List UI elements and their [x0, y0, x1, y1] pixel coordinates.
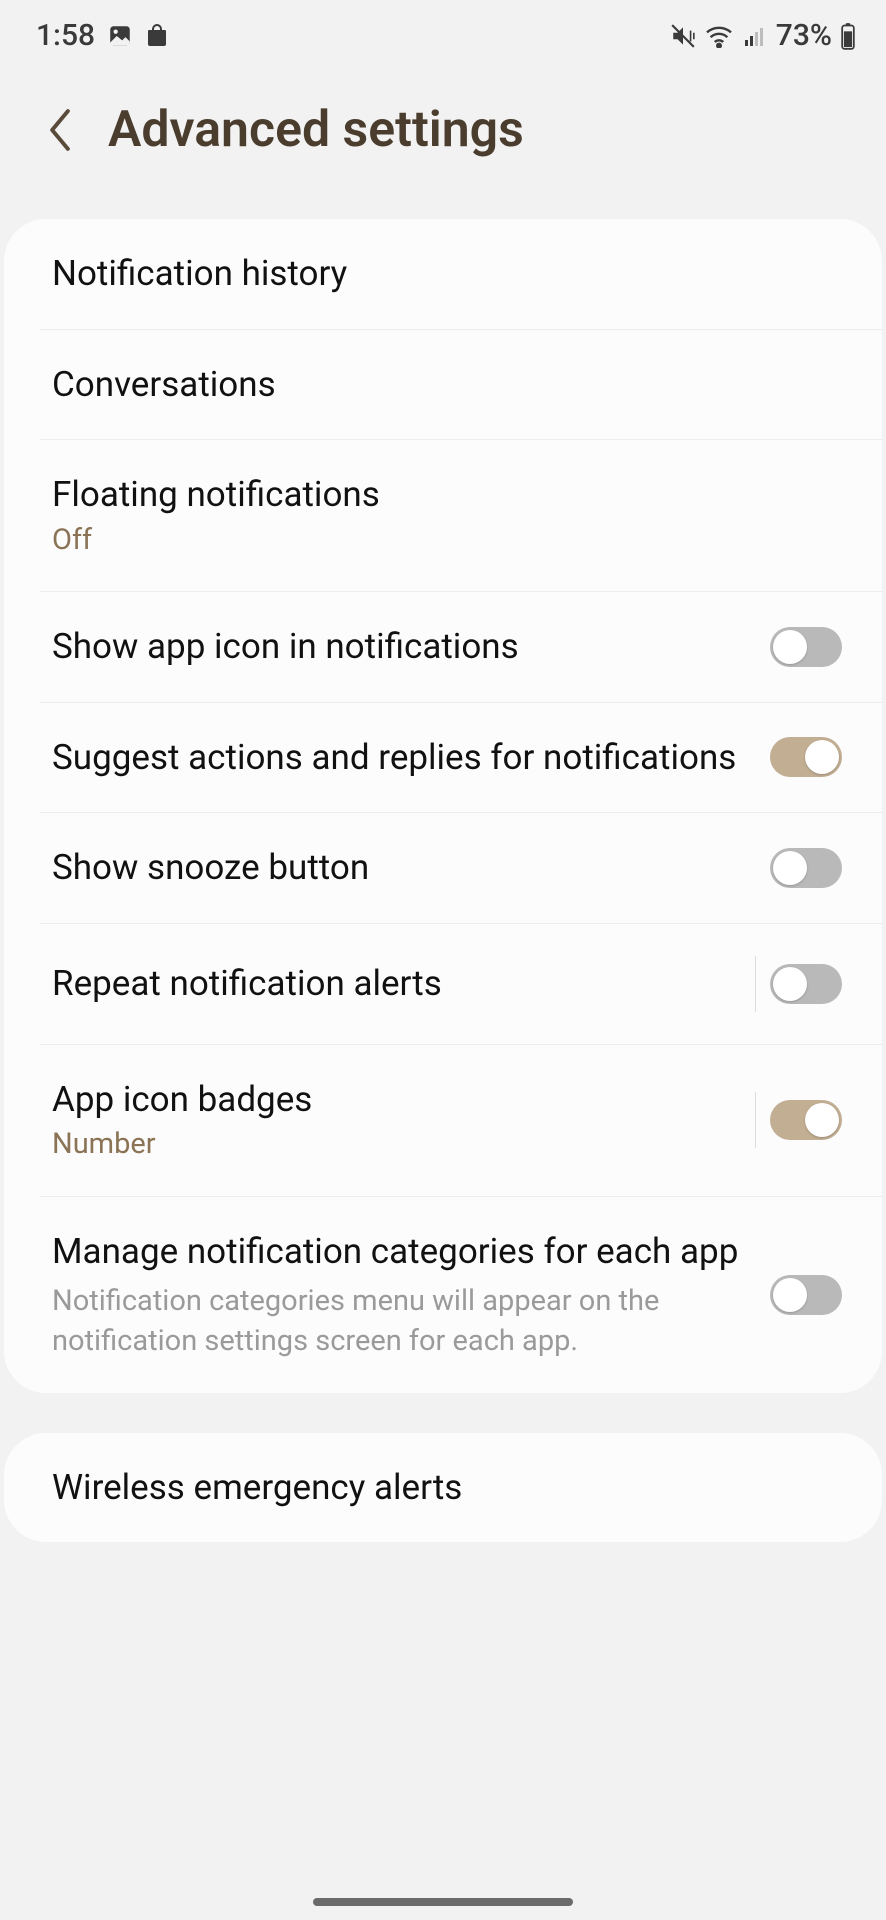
mute-vibrate-icon — [670, 23, 696, 49]
row-title: Suggest actions and replies for notifica… — [52, 735, 752, 781]
row-repeat-alerts[interactable]: Repeat notification alerts — [40, 923, 882, 1044]
toggle-app-icon-badges[interactable] — [770, 1100, 842, 1140]
settings-card-2: Wireless emergency alerts — [4, 1433, 882, 1543]
row-title: Notification history — [52, 251, 824, 297]
row-title: Show app icon in notifications — [52, 624, 752, 670]
row-title: Wireless emergency alerts — [52, 1465, 824, 1511]
toggle-show-snooze[interactable] — [770, 848, 842, 888]
row-title: Floating notifications — [52, 472, 824, 518]
bag-icon — [145, 24, 169, 48]
settings-card-1: Notification history Conversations Float… — [4, 219, 882, 1393]
row-title: Conversations — [52, 362, 824, 408]
row-suggest-actions[interactable]: Suggest actions and replies for notifica… — [40, 702, 882, 813]
status-time: 1:58 — [36, 18, 95, 53]
row-notification-history[interactable]: Notification history — [4, 219, 882, 329]
status-bar: 1:58 73% — [0, 0, 886, 71]
status-right: 73% — [670, 18, 856, 53]
divider — [755, 956, 756, 1012]
row-subtitle: Number — [52, 1126, 733, 1164]
header: Advanced settings — [0, 71, 886, 219]
status-battery-pct: 73% — [776, 18, 832, 53]
row-conversations[interactable]: Conversations — [40, 329, 882, 440]
chevron-left-icon — [46, 108, 74, 152]
row-app-icon-badges[interactable]: App icon badges Number — [40, 1044, 882, 1196]
row-subtitle: Off — [52, 522, 824, 560]
battery-icon — [840, 22, 856, 50]
page-title: Advanced settings — [108, 101, 524, 159]
row-floating-notifications[interactable]: Floating notifications Off — [40, 439, 882, 591]
status-left: 1:58 — [36, 18, 169, 53]
row-show-app-icon[interactable]: Show app icon in notifications — [40, 591, 882, 702]
row-show-snooze[interactable]: Show snooze button — [40, 812, 882, 923]
row-title: Manage notification categories for each … — [52, 1229, 752, 1275]
row-manage-categories[interactable]: Manage notification categories for each … — [40, 1196, 882, 1393]
toggle-show-app-icon[interactable] — [770, 627, 842, 667]
row-title: Repeat notification alerts — [52, 961, 733, 1007]
row-description: Notification categories menu will appear… — [52, 1282, 752, 1360]
toggle-manage-categories[interactable] — [770, 1275, 842, 1315]
wifi-icon — [704, 24, 734, 48]
divider — [755, 1092, 756, 1148]
toggle-repeat-alerts[interactable] — [770, 964, 842, 1004]
row-title: App icon badges — [52, 1077, 733, 1123]
row-wireless-emergency-alerts[interactable]: Wireless emergency alerts — [4, 1433, 882, 1543]
gallery-icon — [107, 23, 133, 49]
gesture-bar — [313, 1898, 573, 1906]
back-button[interactable] — [40, 110, 80, 150]
row-title: Show snooze button — [52, 845, 752, 891]
toggle-suggest-actions[interactable] — [770, 737, 842, 777]
signal-icon — [742, 24, 768, 48]
